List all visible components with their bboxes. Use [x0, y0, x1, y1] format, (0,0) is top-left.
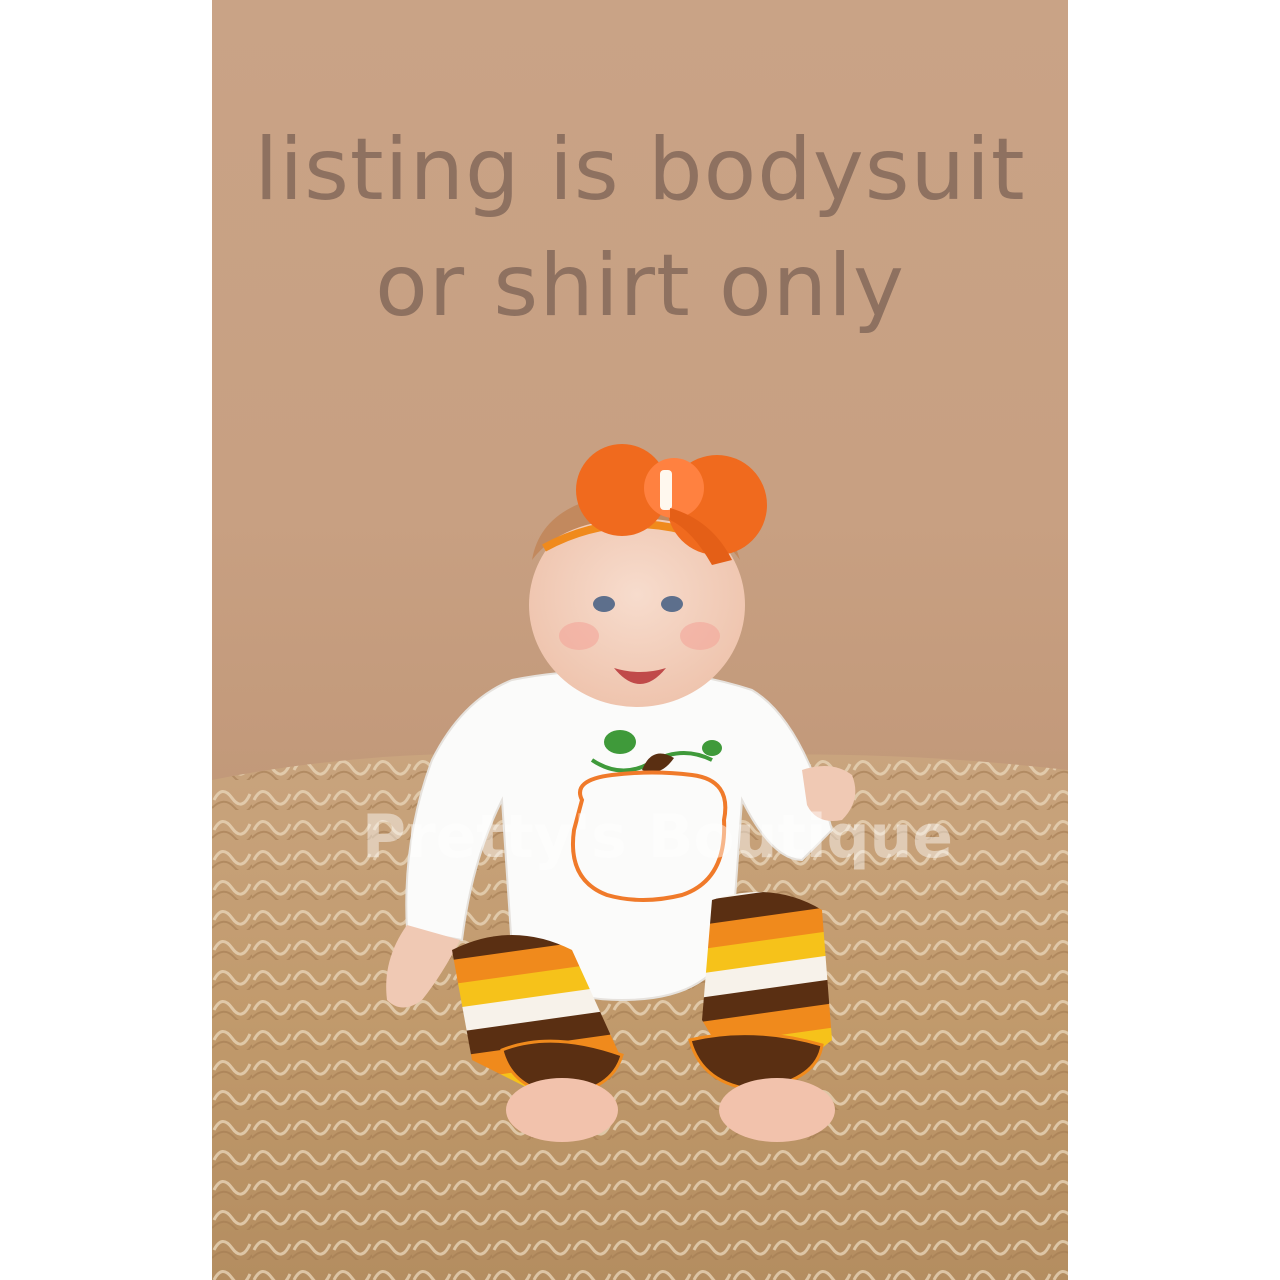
product-photo: listing is bodysuit or shirt only Pretty… — [212, 0, 1068, 1280]
caption-line-1: listing is bodysuit — [254, 120, 1026, 220]
caption: listing is bodysuit or shirt only — [212, 112, 1068, 344]
caption-line-2: or shirt only — [375, 236, 905, 336]
watermark: Pretty's Boutique — [362, 802, 953, 872]
page: listing is bodysuit or shirt only Pretty… — [0, 0, 1280, 1280]
